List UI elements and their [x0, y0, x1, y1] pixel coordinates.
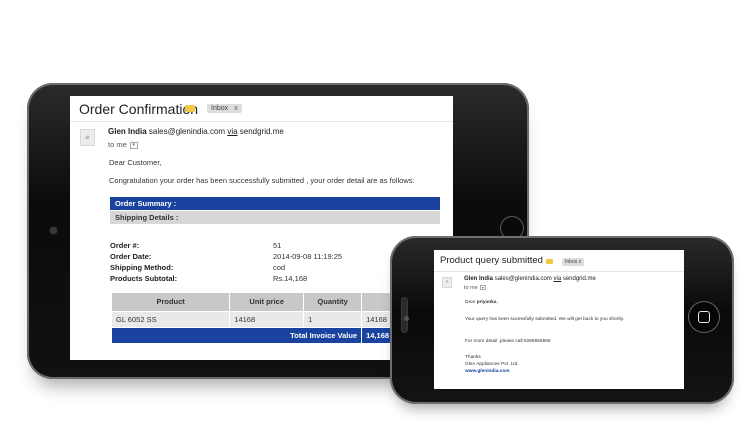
via-domain: sendgrid.me — [562, 276, 596, 282]
total-label: Total Invoice Value — [112, 326, 363, 343]
recipient-line: to me ▾ — [108, 140, 138, 149]
header-divider — [70, 121, 453, 122]
avatar: ● — [442, 277, 452, 288]
greeting-suffix: , — [496, 300, 498, 305]
detail-value: Rs.14,168 — [273, 274, 308, 283]
sender-line: Glen India sales@glenindia.com via sendg… — [464, 276, 596, 282]
person-icon: ● — [84, 132, 91, 142]
greeting: Dear priyanka, — [465, 300, 498, 305]
avatar: ● — [80, 129, 95, 146]
table-cell: GL 6052 SS — [112, 310, 231, 327]
via-link[interactable]: via — [553, 276, 561, 282]
detail-value: 51 — [273, 241, 282, 250]
label-tag-icon[interactable] — [546, 259, 553, 264]
via-domain: sendgrid.me — [239, 127, 284, 136]
via-link[interactable]: via — [227, 127, 237, 136]
phone-home-button[interactable] — [689, 302, 719, 332]
greeting: Dear Customer, — [109, 158, 162, 167]
to-me-text: to me — [464, 285, 478, 291]
table-cell: 1 — [303, 310, 363, 327]
detail-label: Order #: — [110, 241, 140, 250]
label-tag-icon[interactable] — [185, 105, 195, 112]
sender-name[interactable]: Glen India — [108, 127, 147, 136]
remove-label-icon[interactable]: x — [234, 105, 238, 112]
phone-camera — [404, 316, 409, 321]
recipient-details-dropdown[interactable]: ▾ — [479, 285, 486, 291]
phone-device: Product query submitted Inbox x ● Glen I… — [390, 236, 734, 404]
inbox-label-text: Inbox — [211, 105, 229, 112]
column-header: Product — [112, 293, 231, 311]
sender-email: sales@glenindia.com — [148, 127, 226, 136]
customer-name: priyanka — [476, 300, 497, 305]
detail-value: cod — [273, 263, 286, 272]
column-header: Quantity — [303, 293, 363, 311]
order-summary-heading: Order Summary : — [110, 197, 440, 210]
to-me-text: to me — [108, 140, 127, 149]
table-cell: 14168 — [229, 310, 305, 327]
inbox-label-text: Inbox — [565, 259, 578, 265]
shipping-details-heading: Shipping Details : — [110, 211, 440, 224]
sender-line: Glen India sales@glenindia.com via sendg… — [108, 127, 284, 136]
email-subject: Order Confirmation — [79, 101, 199, 117]
contact-text: For more detail ,please call 8266655555 — [465, 339, 551, 344]
detail-label: Order Date: — [110, 252, 152, 261]
body-text: Your query has been sucessfully submitte… — [465, 317, 625, 322]
remove-label-icon[interactable]: x — [579, 259, 582, 265]
email-subject: Product query submitted — [440, 255, 543, 266]
phone-speaker — [402, 298, 407, 332]
thanks-text: Thanks — [465, 355, 481, 360]
person-icon: ● — [445, 279, 449, 285]
greeting-prefix: Dear — [465, 300, 477, 305]
inbox-label-chip[interactable]: Inbox x — [562, 258, 585, 266]
recipient-line: to me ▾ — [464, 285, 486, 291]
detail-label: Shipping Method: — [110, 263, 174, 272]
sender-name[interactable]: Glen India — [464, 276, 493, 282]
recipient-details-dropdown[interactable]: ▾ — [129, 141, 138, 149]
company-name: Glen Appliances Pvt. Ltd. — [465, 362, 519, 367]
tablet-camera — [50, 227, 57, 234]
phone-screen: Product query submitted Inbox x ● Glen I… — [434, 250, 684, 389]
header-divider — [434, 271, 684, 272]
inbox-label-chip[interactable]: Inbox x — [207, 104, 242, 113]
sender-email: sales@glenindia.com — [494, 276, 552, 282]
column-header: Unit price — [229, 293, 305, 311]
home-square-icon — [698, 311, 710, 323]
intro-text: Congratulation your order has been succe… — [109, 176, 415, 185]
detail-value: 2014-09-08 11:19:25 — [273, 252, 343, 261]
website-link[interactable]: www.glenindia.com — [465, 369, 510, 374]
detail-label: Products Subtotal: — [110, 274, 178, 283]
